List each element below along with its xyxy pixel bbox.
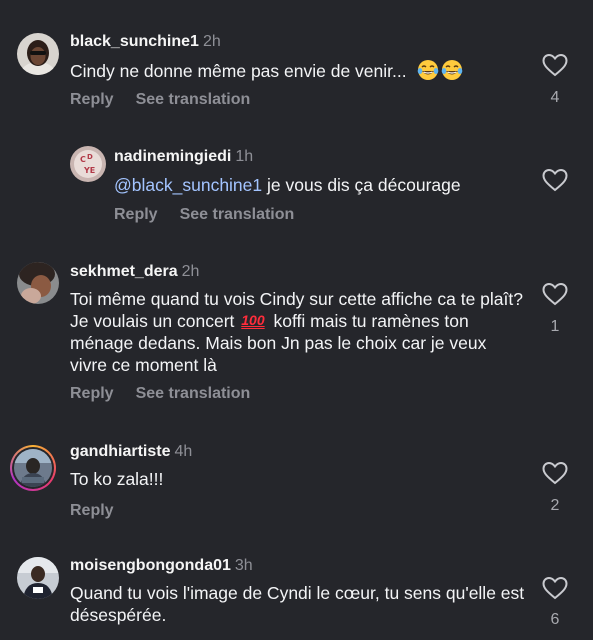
avatar-story-ring[interactable]: [10, 445, 56, 491]
comment-text: To ko zala!!!: [70, 468, 525, 490]
heart-outline-icon[interactable]: [542, 53, 568, 77]
comment-meta: gandhiartiste 4h: [70, 442, 192, 462]
svg-text:YE: YE: [83, 166, 95, 175]
comment-body: Cindy ne donne même pas envie de venir..…: [70, 61, 407, 81]
timestamp: 3h: [234, 557, 253, 574]
reply-button[interactable]: Reply: [114, 206, 158, 223]
username[interactable]: moisengbongonda01: [70, 557, 231, 574]
username[interactable]: gandhiartiste: [70, 443, 170, 460]
avatar-ring-inner: [12, 447, 54, 489]
comment-body: To ko zala!!!: [70, 469, 164, 489]
like-count: 2: [550, 497, 560, 514]
see-translation-button[interactable]: See translation: [136, 91, 251, 108]
username[interactable]: black_sunchine1: [70, 33, 199, 50]
avatar[interactable]: [17, 33, 59, 75]
avatar[interactable]: C D YE: [70, 146, 106, 182]
comment-text: Cindy ne donne même pas envie de venir..…: [70, 59, 530, 82]
timestamp: 1h: [235, 148, 254, 165]
hundred-points-emoji: 100: [241, 312, 265, 328]
username[interactable]: nadinemingiedi: [114, 148, 231, 165]
comment-meta: black_sunchine1 2h: [70, 32, 221, 52]
heart-outline-icon[interactable]: [542, 282, 568, 306]
username[interactable]: sekhmet_dera: [70, 263, 178, 280]
comment-text: Toi même quand tu vois Cindy sur cette a…: [70, 288, 525, 376]
timestamp: 2h: [181, 263, 200, 280]
comment-actions: Reply See translation: [114, 205, 294, 225]
avatar[interactable]: [17, 262, 59, 304]
heart-outline-icon[interactable]: [542, 168, 568, 192]
comment-meta: moisengbongonda01 3h: [70, 556, 253, 576]
tears-of-joy-emoji: [441, 59, 463, 81]
comment-body: Quand tu vois l'image de Cyndi le cœur, …: [70, 583, 525, 625]
like-count: 4: [550, 89, 560, 106]
like-count: 6: [550, 611, 560, 628]
like-count: 1: [550, 318, 560, 335]
reply-button[interactable]: Reply: [70, 502, 114, 519]
mention-link[interactable]: @black_sunchine1: [114, 175, 262, 195]
timestamp: 2h: [202, 33, 221, 50]
reply-button[interactable]: Reply: [70, 385, 114, 402]
avatar[interactable]: [17, 557, 59, 599]
comment-meta: nadinemingiedi 1h: [114, 147, 253, 167]
see-translation-button[interactable]: See translation: [180, 206, 295, 223]
reply-button[interactable]: Reply: [70, 91, 114, 108]
svg-text:C: C: [80, 155, 86, 164]
comment-actions: Reply See translation: [70, 384, 250, 404]
comment-actions: Reply See translation: [70, 90, 250, 110]
comment-body: je vous dis ça décourage: [262, 175, 461, 195]
svg-text:D: D: [87, 153, 93, 161]
timestamp: 4h: [174, 443, 193, 460]
tears-of-joy-emoji: [417, 59, 439, 81]
see-translation-button[interactable]: See translation: [136, 385, 251, 402]
comment-text: Quand tu vois l'image de Cyndi le cœur, …: [70, 582, 525, 626]
heart-outline-icon[interactable]: [542, 461, 568, 485]
comment-actions: Reply: [70, 501, 114, 521]
heart-outline-icon[interactable]: [542, 576, 568, 600]
comment-meta: sekhmet_dera 2h: [70, 262, 199, 282]
avatar: [14, 449, 52, 487]
comment-text: @black_sunchine1 je vous dis ça décourag…: [114, 174, 534, 196]
